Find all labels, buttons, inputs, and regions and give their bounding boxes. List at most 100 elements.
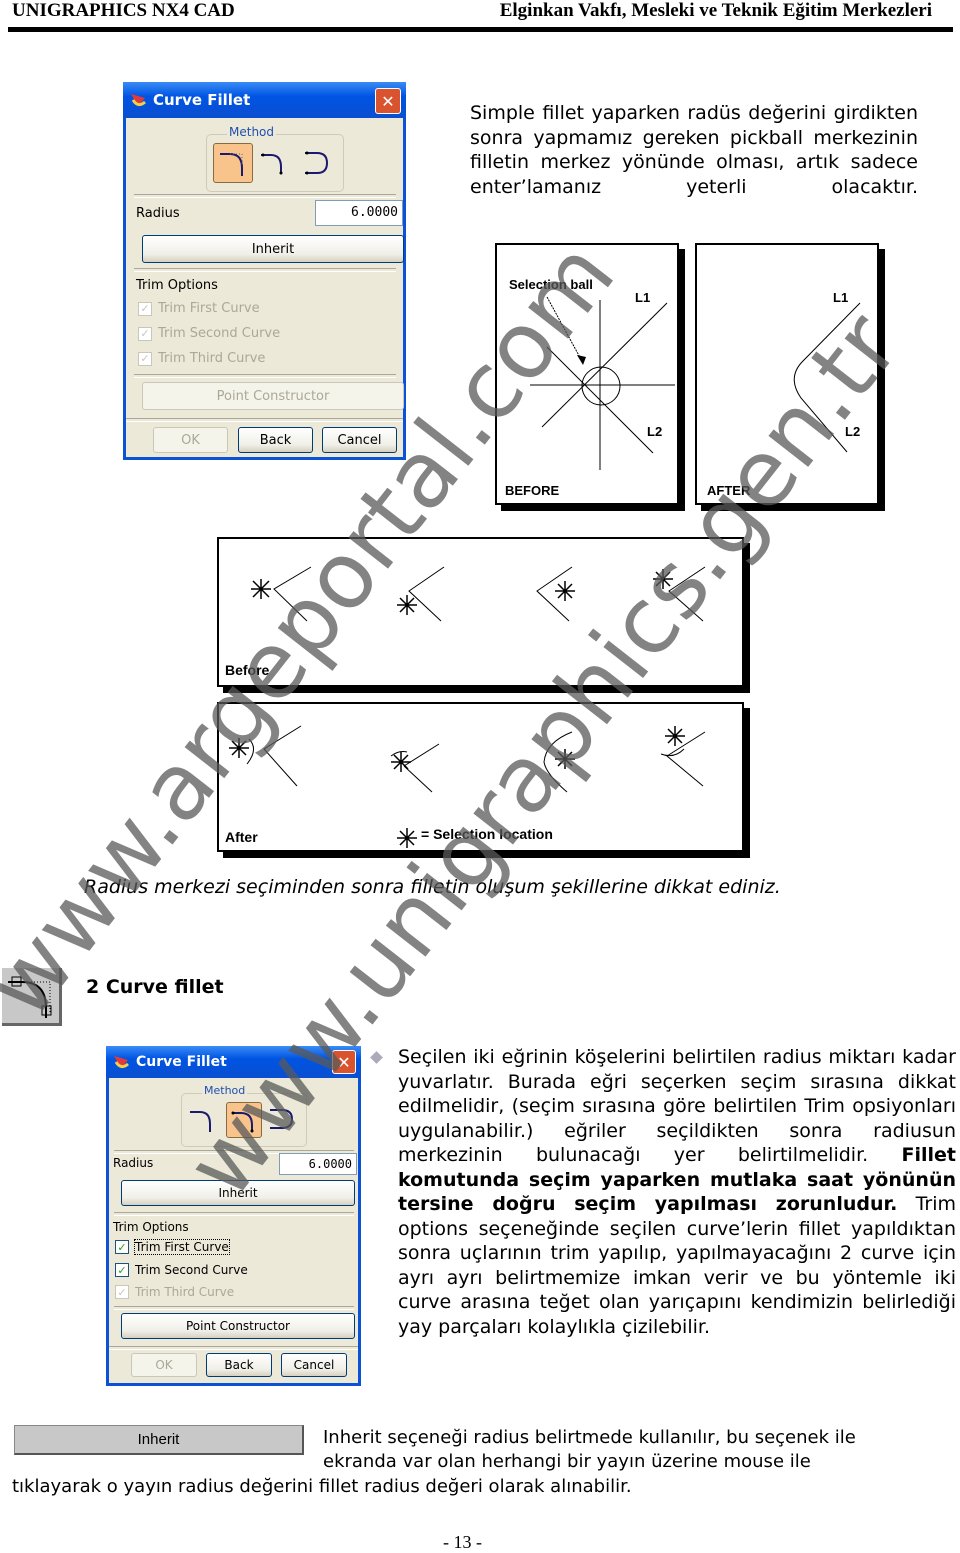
after-arc-2 [390, 751, 408, 757]
figure-caption: Radius merkezi seçiminden sonra filletin… [84, 876, 781, 898]
intro-paragraph: Simple fillet yaparken radüs değerini gi… [470, 102, 918, 198]
section-title: 2 Curve fillet [86, 976, 224, 998]
checkbox-check-icon: ✓ [138, 351, 152, 366]
point-constructor-button[interactable]: Point Constructor [121, 1313, 355, 1339]
separator [134, 374, 396, 378]
method-three-curve-fillet-button[interactable] [266, 1102, 300, 1136]
method-simple-fillet-button[interactable] [213, 143, 253, 183]
ok-button[interactable]: OK [153, 427, 228, 453]
after-label: AFTER [707, 483, 751, 498]
corner-3 [536, 566, 573, 622]
selection-ball [581, 366, 621, 406]
dialog-titlebar: Curve Fillet ✕ [106, 1046, 361, 1078]
inherit-button[interactable]: Inherit [121, 1180, 355, 1206]
after-corner-4 [666, 731, 706, 787]
method-two-curve-fillet-button[interactable] [255, 143, 293, 181]
trim-options-label: Trim Options [136, 278, 218, 293]
figure-after: L1 L2 AFTER [695, 243, 879, 505]
after-arc-1 [246, 738, 254, 765]
curve-fillet-dialog-2: Curve Fillet ✕ Method Radius 6.0000 Inhe… [106, 1046, 361, 1386]
inherit-button[interactable]: Inherit [142, 235, 404, 263]
figure-before: Selection ball L1 L2 BEFORE [495, 243, 679, 505]
dialog-title: Curve Fillet [153, 91, 251, 109]
back-button[interactable]: Back [238, 427, 313, 453]
app-logo-icon [112, 1054, 130, 1070]
method-two-curve-fillet-button[interactable] [226, 1102, 262, 1138]
arrow-head-icon [577, 355, 586, 365]
radius-input[interactable]: 6.0000 [279, 1153, 357, 1175]
after-corner-1 [263, 725, 302, 787]
description-part-1: Seçilen iki eğrinin köşelerini belirtile… [398, 1046, 956, 1166]
after-corner-2 [403, 743, 440, 793]
trim-first-curve-checkbox[interactable]: ✓ Trim First Curve [115, 1239, 230, 1255]
method-group: Method [206, 125, 344, 192]
l2-label: L2 [845, 424, 860, 439]
simple-fillet-icon [190, 1111, 211, 1132]
close-button[interactable]: ✕ [332, 1050, 356, 1074]
trim-third-curve-checkbox[interactable]: ✓ Trim Third Curve [138, 351, 265, 366]
radius-input[interactable]: 6.0000 [315, 200, 403, 226]
radius-label: Radius [113, 1156, 154, 1170]
trim-second-curve-checkbox[interactable]: ✓ Trim Second Curve [138, 326, 280, 341]
two-curve-fillet-icon [261, 153, 283, 175]
dialog-title: Curve Fillet [136, 1054, 227, 1070]
checkbox-check-icon: ✓ [138, 301, 152, 316]
after-label: After [225, 829, 258, 845]
radius-label: Radius [136, 206, 180, 221]
separator [109, 1346, 358, 1350]
back-button[interactable]: Back [206, 1353, 272, 1377]
checkbox-check-icon: ✓ [115, 1285, 129, 1299]
l2-label: L2 [647, 424, 662, 439]
ok-button[interactable]: OK [131, 1353, 197, 1377]
trim-second-curve-checkbox[interactable]: ✓ Trim Second Curve [115, 1263, 248, 1277]
selection-marker-icon [251, 569, 673, 615]
inherit-line-2: ekranda var olan herhangi bir yayın üzer… [323, 1451, 811, 1472]
selection-location-legend: = Selection location [421, 826, 553, 842]
point-constructor-button[interactable]: Point Constructor [142, 382, 404, 410]
description-paragraph: Seçilen iki eğrinin köşelerini belirtile… [398, 1045, 956, 1339]
method-simple-fillet-button[interactable] [186, 1102, 220, 1136]
separator [134, 268, 396, 272]
trim-first-curve-checkbox[interactable]: ✓ Trim First Curve [138, 301, 260, 316]
header-right: Elginkan Vakfı, Mesleki ve Teknik Eğitim… [499, 0, 932, 21]
method-label: Method [202, 1084, 248, 1097]
before-label: BEFORE [505, 483, 560, 498]
two-curve-fillet-icon [231, 1111, 254, 1133]
inherit-button-illustration: Inherit [14, 1425, 304, 1455]
corner-1 [273, 566, 312, 622]
trim-third-curve-checkbox[interactable]: ✓ Trim Third Curve [115, 1285, 234, 1299]
before-label: Before [225, 662, 270, 678]
separator [126, 418, 403, 422]
three-curve-fillet-icon [305, 151, 329, 175]
header-left: UNIGRAPHICS NX4 CAD [12, 0, 235, 21]
l1-label: L1 [635, 290, 650, 305]
selection-ball-label: Selection ball [509, 277, 593, 292]
method-group: Method [181, 1084, 307, 1147]
app-logo-icon [129, 92, 147, 108]
inherit-line-1: Inherit seçeneği radius belirtmede kulla… [323, 1427, 856, 1448]
method-label: Method [227, 125, 277, 139]
close-button[interactable]: ✕ [375, 88, 401, 114]
simple-fillet-icon [220, 153, 243, 176]
figure-selection-before: Before [217, 537, 744, 687]
inherit-line-3: tıklayarak o yayın radius değerini fille… [12, 1476, 632, 1497]
cancel-button[interactable]: Cancel [322, 427, 397, 453]
checkbox-check-icon: ✓ [115, 1263, 129, 1277]
separator [134, 194, 396, 198]
checkbox-check-icon: ✓ [115, 1240, 129, 1254]
separator [114, 1212, 354, 1216]
method-three-curve-fillet-button[interactable] [299, 143, 337, 181]
curve-fillet-dialog-1: Curve Fillet ✕ Method Radius 6.0000 Inhe… [123, 82, 406, 460]
bullet-diamond-icon [370, 1051, 383, 1064]
header-rule [8, 27, 953, 32]
three-curve-fillet-icon [270, 1109, 294, 1129]
figure-selection-after: After = Selection location [217, 702, 744, 852]
l1-label: L1 [833, 290, 848, 305]
dialog-titlebar: Curve Fillet ✕ [123, 82, 406, 118]
two-curve-fillet-icon [2, 968, 62, 1026]
cancel-button[interactable]: Cancel [281, 1353, 347, 1377]
trim-options-label: Trim Options [113, 1220, 189, 1234]
checkbox-check-icon: ✓ [138, 326, 152, 341]
corner-4 [668, 566, 706, 622]
separator [114, 1306, 354, 1310]
